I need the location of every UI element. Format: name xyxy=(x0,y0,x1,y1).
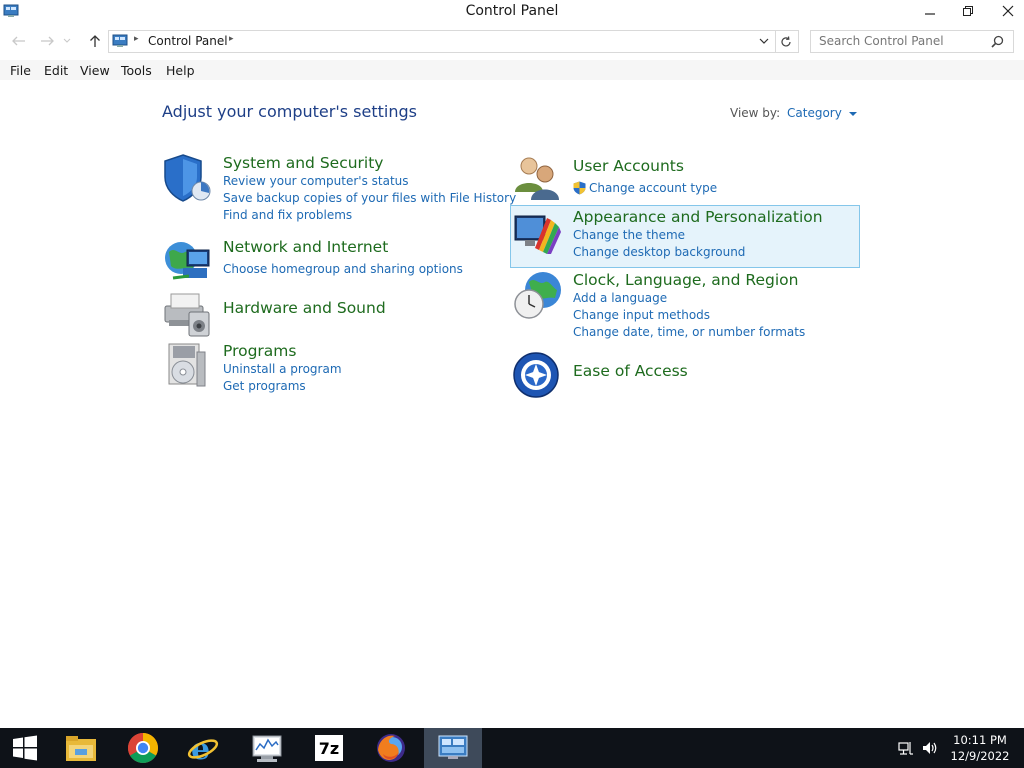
performance-monitor-icon xyxy=(252,735,282,762)
taskbar-clock[interactable]: 10:11 PM 12/9/2022 xyxy=(950,733,1010,763)
taskbar-control-panel-active[interactable] xyxy=(424,728,482,768)
breadcrumb-chevron-icon[interactable]: ▸ xyxy=(134,34,139,44)
address-bar[interactable]: ▸ Control Panel ▸ xyxy=(108,30,776,53)
up-button[interactable] xyxy=(84,31,106,51)
programs-icon[interactable] xyxy=(163,342,211,394)
minimize-button[interactable] xyxy=(910,0,950,22)
menu-help[interactable]: Help xyxy=(166,63,195,78)
link-change-date-time-number-formats[interactable]: Change date, time, or number formats xyxy=(573,325,805,339)
chrome-icon xyxy=(127,733,159,764)
chevron-down-icon xyxy=(63,38,71,43)
link-add-language[interactable]: Add a language xyxy=(573,291,667,305)
up-arrow-icon xyxy=(90,35,100,47)
link-find-fix-problems[interactable]: Find and fix problems xyxy=(223,208,352,222)
breadcrumb-control-panel[interactable]: Control Panel xyxy=(148,34,228,48)
internet-explorer-icon: e xyxy=(187,732,219,764)
hardware-sound-icon[interactable] xyxy=(163,290,213,342)
close-icon xyxy=(1002,5,1014,17)
menu-edit[interactable]: Edit xyxy=(44,63,68,78)
category-clock-language-and-region[interactable]: Clock, Language, and Region xyxy=(573,271,798,289)
menu-bar: File Edit View Tools Help xyxy=(0,60,1024,80)
taskbar-chrome[interactable] xyxy=(116,728,170,768)
menu-file[interactable]: File xyxy=(10,63,31,78)
search-placeholder: Search Control Panel xyxy=(819,34,944,48)
chevron-down-icon[interactable] xyxy=(759,38,769,45)
control-panel-small-icon xyxy=(112,34,128,47)
taskbar-performance-monitor[interactable] xyxy=(240,728,294,768)
window-title: Control Panel xyxy=(465,3,559,19)
link-get-programs[interactable]: Get programs xyxy=(223,379,306,393)
dropdown-arrow-icon xyxy=(848,112,857,116)
start-button[interactable] xyxy=(0,728,50,768)
control-panel-icon xyxy=(438,735,468,759)
appearance-personalization-icon[interactable] xyxy=(513,210,563,260)
clock-time: 10:11 PM xyxy=(953,733,1007,747)
category-system-and-security[interactable]: System and Security xyxy=(223,154,383,172)
search-input[interactable]: Search Control Panel xyxy=(810,30,1014,53)
link-review-computer-status[interactable]: Review your computer's status xyxy=(223,174,409,188)
link-change-desktop-background[interactable]: Change desktop background xyxy=(573,245,745,259)
search-icon[interactable] xyxy=(991,35,1004,48)
clock-date: 12/9/2022 xyxy=(950,749,1010,763)
refresh-icon xyxy=(781,35,791,46)
link-homegroup-sharing[interactable]: Choose homegroup and sharing options xyxy=(223,262,463,276)
7zip-icon: 7z xyxy=(315,735,343,761)
restore-icon xyxy=(963,6,973,16)
firefox-icon xyxy=(377,734,405,762)
view-by-value: Category xyxy=(787,106,842,120)
forward-button[interactable] xyxy=(36,31,58,51)
taskbar-internet-explorer[interactable]: e xyxy=(176,728,230,768)
view-by-dropdown[interactable]: Category xyxy=(787,106,857,120)
recent-locations-button[interactable] xyxy=(60,31,74,51)
uac-shield-icon xyxy=(573,181,586,195)
category-user-accounts[interactable]: User Accounts xyxy=(573,157,684,175)
category-ease-of-access[interactable]: Ease of Access xyxy=(573,362,688,380)
restore-button[interactable] xyxy=(948,0,988,22)
7zip-icon-label: 7z xyxy=(318,738,340,758)
taskbar-7zip[interactable]: 7z xyxy=(302,728,356,768)
refresh-button[interactable] xyxy=(774,30,799,53)
link-uninstall-program[interactable]: Uninstall a program xyxy=(223,362,342,376)
category-programs[interactable]: Programs xyxy=(223,342,296,360)
network-tray-icon[interactable] xyxy=(898,740,914,756)
user-accounts-icon[interactable] xyxy=(513,154,563,206)
forward-arrow-icon xyxy=(41,36,54,46)
category-hardware-and-sound[interactable]: Hardware and Sound xyxy=(223,299,386,317)
taskbar-file-explorer[interactable] xyxy=(54,728,108,768)
page-title: Adjust your computer's settings xyxy=(162,102,417,121)
breadcrumb-chevron-icon[interactable]: ▸ xyxy=(229,34,234,44)
back-button[interactable] xyxy=(8,31,30,51)
menu-tools[interactable]: Tools xyxy=(121,63,152,78)
volume-tray-icon[interactable] xyxy=(922,740,938,756)
link-change-account-type[interactable]: Change account type xyxy=(589,181,717,195)
ease-of-access-icon[interactable] xyxy=(513,352,561,404)
category-appearance-and-personalization[interactable]: Appearance and Personalization xyxy=(573,208,823,226)
network-internet-icon[interactable] xyxy=(163,238,213,288)
start-icon xyxy=(13,735,37,761)
close-button[interactable] xyxy=(988,0,1024,22)
category-network-and-internet[interactable]: Network and Internet xyxy=(223,238,388,256)
system-security-icon[interactable] xyxy=(163,153,211,207)
minimize-icon xyxy=(925,13,935,15)
link-change-input-methods[interactable]: Change input methods xyxy=(573,308,710,322)
menu-view[interactable]: View xyxy=(80,63,110,78)
link-file-history-backup[interactable]: Save backup copies of your files with Fi… xyxy=(223,191,516,205)
taskbar-firefox[interactable] xyxy=(364,728,418,768)
file-explorer-icon xyxy=(66,736,96,761)
link-change-theme[interactable]: Change the theme xyxy=(573,228,685,242)
back-arrow-icon xyxy=(12,36,25,46)
clock-language-region-icon[interactable] xyxy=(513,270,563,326)
view-by-label: View by: xyxy=(730,106,781,120)
